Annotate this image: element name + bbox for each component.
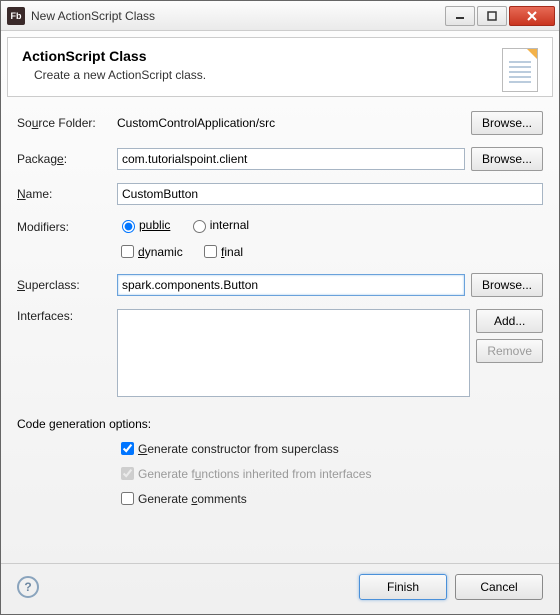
- modifiers-row: Modifiers: public internal: [17, 217, 543, 236]
- name-row: Name:: [17, 183, 543, 205]
- superclass-label: Superclass:: [17, 278, 117, 292]
- package-label: Package:: [17, 152, 117, 166]
- maximize-button[interactable]: [477, 6, 507, 26]
- modifiers-row-2: dynamic final: [17, 242, 543, 261]
- help-icon: ?: [24, 580, 31, 594]
- interfaces-add-button[interactable]: Add...: [476, 309, 543, 333]
- source-folder-browse-button[interactable]: Browse...: [471, 111, 543, 135]
- name-input[interactable]: [117, 183, 543, 205]
- codegen-title: Code generation options:: [17, 417, 543, 431]
- close-icon: [527, 11, 537, 21]
- cancel-button[interactable]: Cancel: [455, 574, 543, 600]
- modifier-final-check[interactable]: final: [200, 242, 243, 261]
- dialog-window: Fb New ActionScript Class ActionScript C…: [0, 0, 560, 615]
- modifier-public-radio[interactable]: public: [117, 217, 170, 233]
- app-icon: Fb: [7, 7, 25, 25]
- interfaces-remove-button: Remove: [476, 339, 543, 363]
- source-folder-value: CustomControlApplication/src: [117, 116, 465, 130]
- name-label: Name:: [17, 187, 117, 201]
- package-row: Package: Browse...: [17, 147, 543, 171]
- source-folder-row: Source Folder: CustomControlApplication/…: [17, 111, 543, 135]
- superclass-row: Superclass: Browse...: [17, 273, 543, 297]
- header-subtitle: Create a new ActionScript class.: [34, 68, 538, 82]
- codegen-comments-check[interactable]: Generate comments: [117, 489, 529, 508]
- source-folder-label: Source Folder:: [17, 116, 117, 130]
- minimize-icon: [455, 11, 465, 21]
- interfaces-list[interactable]: [117, 309, 470, 397]
- codegen-inherited-check: Generate functions inherited from interf…: [117, 464, 529, 483]
- superclass-browse-button[interactable]: Browse...: [471, 273, 543, 297]
- codegen-options: Generate constructor from superclass Gen…: [117, 439, 543, 514]
- finish-button[interactable]: Finish: [359, 574, 447, 600]
- modifier-internal-radio[interactable]: internal: [188, 217, 249, 233]
- window-buttons: [445, 6, 555, 26]
- modifier-dynamic-check[interactable]: dynamic: [117, 242, 183, 261]
- codegen-constructor-check[interactable]: Generate constructor from superclass: [117, 439, 529, 458]
- document-icon: [502, 48, 538, 92]
- form-area: Source Folder: CustomControlApplication/…: [1, 103, 559, 563]
- header-title: ActionScript Class: [22, 48, 538, 64]
- dialog-footer: ? Finish Cancel: [1, 563, 559, 614]
- window-title: New ActionScript Class: [31, 9, 445, 23]
- close-button[interactable]: [509, 6, 555, 26]
- interfaces-row: Interfaces: Add... Remove: [17, 309, 543, 397]
- titlebar: Fb New ActionScript Class: [1, 1, 559, 31]
- interfaces-label: Interfaces:: [17, 309, 117, 323]
- package-input[interactable]: [117, 148, 465, 170]
- modifiers-label: Modifiers:: [17, 220, 117, 234]
- package-browse-button[interactable]: Browse...: [471, 147, 543, 171]
- dialog-header: ActionScript Class Create a new ActionSc…: [7, 37, 553, 97]
- help-button[interactable]: ?: [17, 576, 39, 598]
- superclass-input[interactable]: [117, 274, 465, 296]
- minimize-button[interactable]: [445, 6, 475, 26]
- maximize-icon: [487, 11, 497, 21]
